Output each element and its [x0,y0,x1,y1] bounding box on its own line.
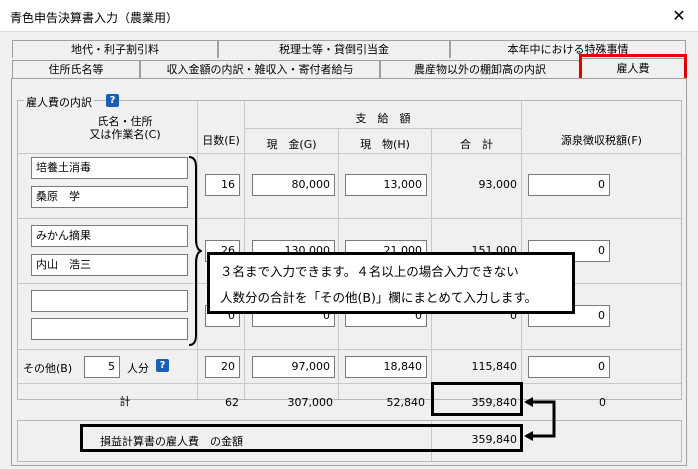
sum-cash: 307,000 [287,396,334,409]
tab-tax-accountant[interactable]: 税理士等・貸倒引当金 [218,40,450,58]
row-divider [18,153,681,154]
header-cash: 現 金(G) [266,138,317,151]
sum-label: 計 [119,395,131,408]
address-field[interactable]: 培養土消毒 [31,157,188,179]
sum-total-highlight [431,382,523,416]
help-icon[interactable]: ? [106,94,119,107]
other-total: 115,840 [471,360,518,373]
help-icon[interactable]: ? [156,359,169,372]
name-field[interactable] [31,318,188,340]
address-field[interactable]: みかん摘果 [31,225,188,247]
callout-line-2: 人数分の合計を「その他(B)」欄にまとめて入力します。 [220,290,538,305]
header-total: 合 計 [460,138,493,151]
pl-highlight [80,424,523,452]
header-days: 日数(E) [202,134,240,147]
sum-days: 62 [225,396,239,409]
callout-line-1: ３名まで入力できます。４名以上の場合入力できない [220,264,519,279]
arrow-icon [524,397,556,441]
tax-field[interactable]: 0 [528,174,610,196]
header-goods: 現 物(H) [360,138,410,151]
close-button[interactable]: ✕ [664,4,694,28]
row-divider [18,383,681,384]
other-tax-field[interactable]: 0 [528,356,610,378]
header-pay: 支 給 額 [355,112,411,125]
row-total: 93,000 [478,178,518,191]
row-divider [18,349,681,350]
row-divider [18,218,681,219]
tab-income-details[interactable]: 収入金額の内訳・雑収入・寄付者給与 [140,60,380,78]
name-field[interactable]: 桑原 学 [31,186,188,208]
row-divider [245,128,521,129]
other-days-field[interactable]: 20 [205,356,240,378]
other-label: その他(B) [23,362,73,375]
header-name: 氏名・住所 又は作業名(C) [89,115,161,141]
window-title: 青色申告決算書入力（農業用） [10,11,179,25]
other-cash-field[interactable]: 97,000 [252,356,335,378]
name-field[interactable]: 内山 浩三 [31,254,188,276]
cash-field[interactable]: 80,000 [252,174,335,196]
tab-rent-interest[interactable]: 地代・利子割引料 [12,40,218,58]
other-count-field[interactable]: 5 [84,356,120,378]
header-withholding-tax: 源泉徴収税額(F) [561,134,642,147]
sum-goods: 52,840 [386,396,426,409]
goods-field[interactable]: 13,000 [345,174,427,196]
tab-address-name[interactable]: 住所氏名等 [12,60,140,78]
section-title: 雇人費の内訳 [24,94,94,110]
other-unit-label: 人分 [127,362,149,375]
brace-icon [188,156,202,346]
instruction-callout: ３名まで入力できます。４名以上の場合入力できない 人数分の合計を「その他(B)」… [207,252,575,314]
days-field[interactable]: 16 [205,174,240,196]
address-field[interactable] [31,290,188,312]
tab-inventory[interactable]: 農産物以外の棚卸高の内訳 [380,60,580,78]
other-goods-field[interactable]: 18,840 [345,356,427,378]
